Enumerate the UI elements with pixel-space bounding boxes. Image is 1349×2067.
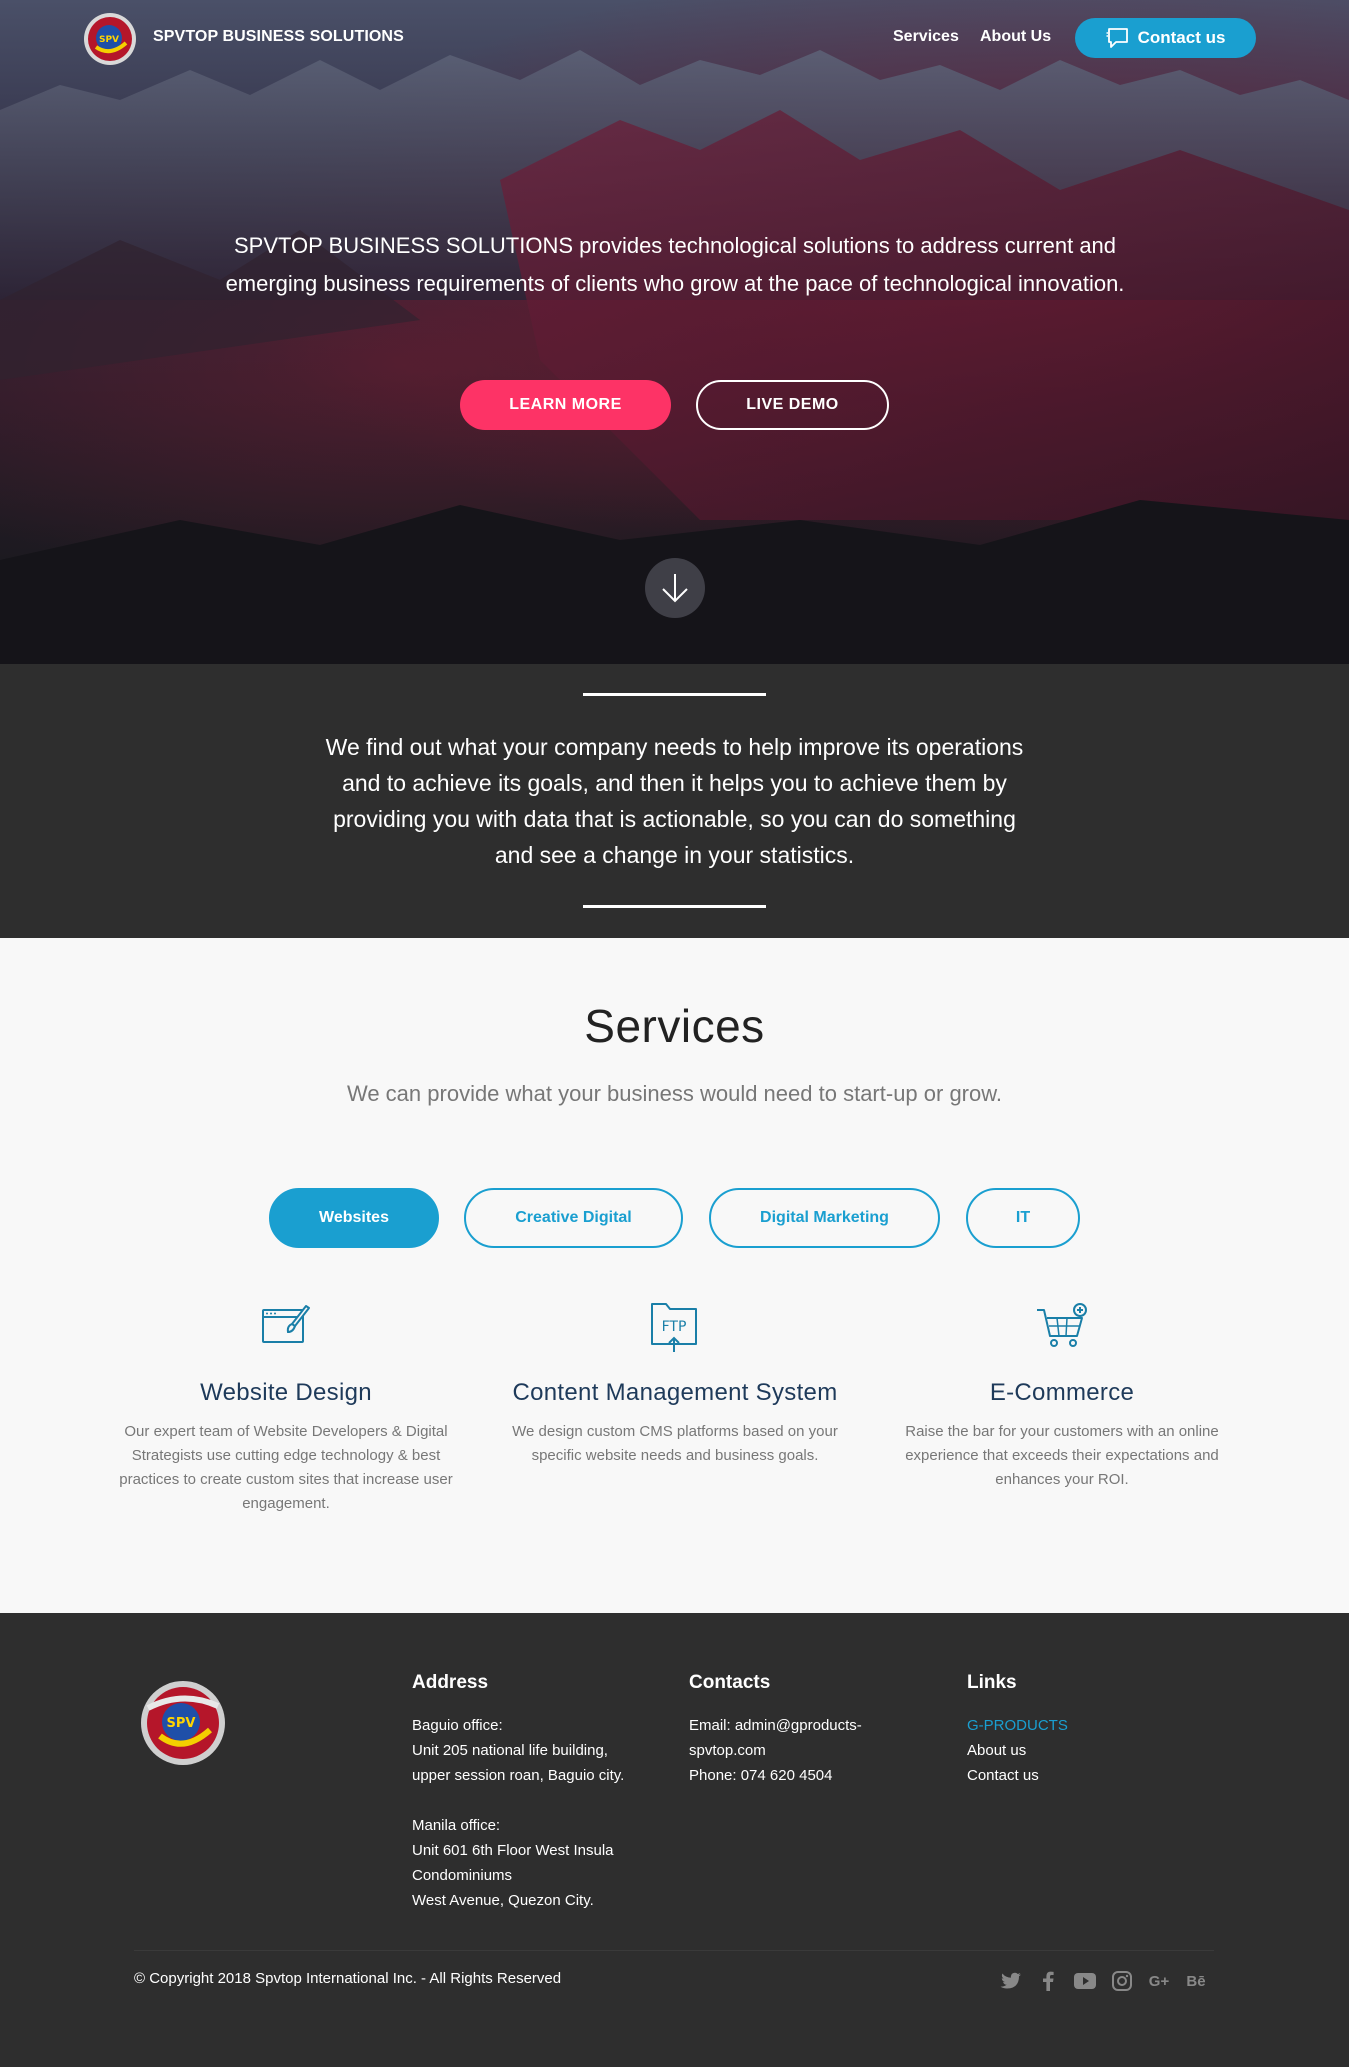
manila-address-line: West Avenue, Quezon City. — [412, 1892, 594, 1909]
card-title: Website Design — [200, 1379, 372, 1406]
nav-link-about-us[interactable]: About Us — [980, 28, 1051, 46]
baguio-office-label: Baguio office: — [412, 1717, 503, 1734]
top-navigation: SPV SPVTOP BUSINESS SOLUTIONS Services A… — [0, 0, 1349, 76]
links-heading: Links — [967, 1672, 1017, 1693]
scroll-down-button[interactable] — [645, 558, 705, 618]
google-plus-icon[interactable]: G+ — [1147, 1969, 1171, 1993]
footer-links-column: Links G-PRODUCTS About us Contact us — [967, 1670, 1167, 1788]
learn-more-button[interactable]: LEARN MORE — [460, 380, 671, 430]
ftp-label: FTP — [662, 1319, 687, 1335]
manila-address-line: Condominiums — [412, 1867, 513, 1884]
chat-bubble-icon — [1106, 28, 1128, 48]
footer-address-column: Address Baguio office: Unit 205 national… — [412, 1670, 662, 1913]
divider-bottom — [583, 905, 766, 908]
services-section: Services We can provide what your busine… — [0, 938, 1349, 1613]
ftp-folder-icon: FTP — [651, 1303, 697, 1352]
youtube-icon[interactable] — [1073, 1969, 1097, 1993]
shopping-cart-icon — [1037, 1303, 1087, 1347]
footer-contacts-column: Contacts Email: admin@gproducts- spvtop.… — [689, 1670, 909, 1788]
address-heading: Address — [412, 1672, 489, 1693]
contact-us-label: Contact us — [1137, 28, 1226, 47]
footer-logo[interactable]: SPV — [138, 1678, 228, 1768]
copyright-text: © Copyright 2018 Spvtop International In… — [134, 1970, 562, 1987]
footer: SPV Address Baguio office: Unit 205 nati… — [0, 1613, 1349, 2067]
baguio-address-line: Unit 205 national life building, — [412, 1742, 608, 1759]
service-card-ecommerce: E-Commerce Raise the bar for your custom… — [882, 1300, 1242, 1492]
facebook-icon[interactable] — [1036, 1969, 1060, 1993]
card-description: Raise the bar for your customers with an… — [905, 1423, 1219, 1488]
service-card-website-design: Website Design Our expert team of Websit… — [106, 1300, 466, 1516]
mission-statement: We find out what your company needs to h… — [325, 734, 1024, 868]
footer-link-about-us[interactable]: About us — [967, 1738, 1167, 1763]
hero-tagline: SPVTOP BUSINESS SOLUTIONS provides techn… — [225, 233, 1125, 296]
services-title: Services — [584, 1000, 765, 1052]
baguio-address-line: upper session roan, Baguio city. — [412, 1767, 625, 1784]
brand-name[interactable]: SPVTOP BUSINESS SOLUTIONS — [153, 28, 404, 46]
behance-icon[interactable]: Bē — [1184, 1969, 1208, 1993]
services-subtitle: We can provide what your business would … — [346, 1081, 1003, 1106]
service-card-cms: FTP Content Management System We design … — [495, 1300, 855, 1468]
live-demo-button[interactable]: LIVE DEMO — [696, 380, 889, 430]
hero-section: SPV SPVTOP BUSINESS SOLUTIONS Services A… — [0, 0, 1349, 664]
divider-top — [583, 693, 766, 696]
footer-divider — [134, 1950, 1214, 1951]
company-logo[interactable]: SPV — [82, 11, 138, 67]
svg-text:SPV: SPV — [167, 1716, 196, 1731]
contact-email: Email: admin@gproducts- — [689, 1717, 862, 1734]
social-links: G+ Bē — [999, 1969, 1208, 1993]
web-design-icon — [262, 1305, 310, 1343]
contact-phone: Phone: 074 620 4504 — [689, 1767, 833, 1784]
footer-link-contact-us[interactable]: Contact us — [967, 1763, 1167, 1788]
tab-websites[interactable]: Websites — [269, 1188, 439, 1248]
instagram-icon[interactable] — [1110, 1969, 1134, 1993]
nav-link-services[interactable]: Services — [893, 28, 959, 46]
card-description: Our expert team of Website Developers & … — [119, 1423, 453, 1512]
contact-us-button[interactable]: Contact us — [1075, 18, 1256, 58]
tab-it[interactable]: IT — [966, 1188, 1080, 1248]
tab-creative-digital[interactable]: Creative Digital — [464, 1188, 683, 1248]
contact-email: spvtop.com — [689, 1742, 766, 1759]
card-description: We design custom CMS platforms based on … — [512, 1423, 838, 1464]
manila-office-label: Manila office: — [412, 1817, 501, 1834]
tab-digital-marketing[interactable]: Digital Marketing — [709, 1188, 940, 1248]
twitter-icon[interactable] — [999, 1969, 1023, 1993]
footer-link-g-products[interactable]: G-PRODUCTS — [967, 1713, 1167, 1738]
card-title: E-Commerce — [989, 1379, 1135, 1406]
mission-section: We find out what your company needs to h… — [0, 664, 1349, 938]
contacts-heading: Contacts — [689, 1672, 771, 1693]
svg-text:SPV: SPV — [99, 35, 119, 45]
card-title: Content Management System — [512, 1379, 838, 1406]
arrow-down-icon — [662, 574, 688, 603]
manila-address-line: Unit 601 6th Floor West Insula — [412, 1842, 614, 1859]
